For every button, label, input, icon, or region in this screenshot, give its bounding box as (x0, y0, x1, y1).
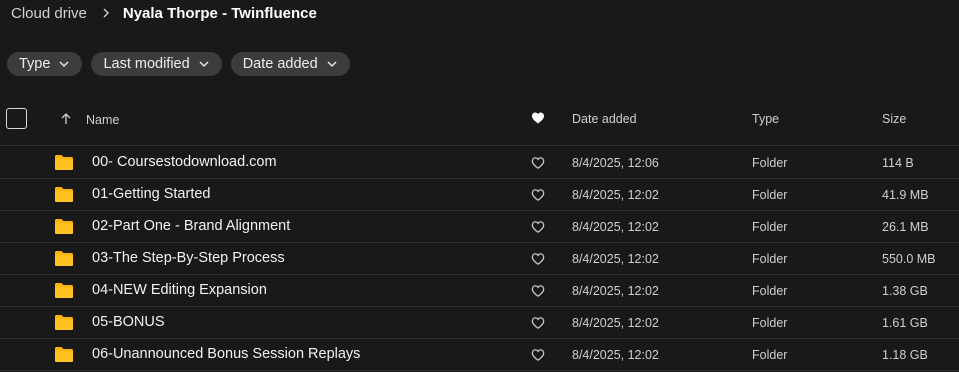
filter-label: Type (19, 56, 51, 72)
heart-icon[interactable] (531, 252, 545, 266)
table-header: Name Date added Type Size (0, 102, 959, 146)
heart-icon[interactable] (531, 156, 545, 170)
chevron-down-icon (198, 58, 210, 70)
row-date-added: 8/4/2025, 12:02 (572, 284, 659, 298)
table-row[interactable]: 00- Coursestodownload.com 8/4/2025, 12:0… (0, 147, 959, 179)
heart-icon[interactable] (531, 348, 545, 362)
row-type: Folder (752, 156, 788, 170)
row-size: 1.18 GB (882, 348, 928, 362)
breadcrumb: Cloud drive Nyala Thorpe - Twinfluence (11, 4, 317, 22)
row-type: Folder (752, 252, 788, 266)
column-header-date-added[interactable]: Date added (572, 112, 637, 126)
row-date-added: 8/4/2025, 12:02 (572, 220, 659, 234)
select-all-checkbox[interactable] (6, 108, 27, 129)
column-header-name[interactable]: Name (86, 113, 119, 127)
row-name[interactable]: 05-BONUS (92, 314, 165, 330)
row-date-added: 8/4/2025, 12:02 (572, 252, 659, 266)
table-row[interactable]: 01-Getting Started 8/4/2025, 12:02 Folde… (0, 179, 959, 211)
table-row[interactable]: 04-NEW Editing Expansion 8/4/2025, 12:02… (0, 275, 959, 307)
row-size: 1.61 GB (882, 316, 928, 330)
row-name[interactable]: 01-Getting Started (92, 186, 211, 202)
row-date-added: 8/4/2025, 12:06 (572, 156, 659, 170)
row-size: 1.38 GB (882, 284, 928, 298)
row-size: 41.9 MB (882, 188, 929, 202)
chevron-down-icon (58, 58, 70, 70)
row-name[interactable]: 03-The Step-By-Step Process (92, 250, 285, 266)
row-type: Folder (752, 220, 788, 234)
table-row[interactable]: 06-Unannounced Bonus Session Replays 8/4… (0, 339, 959, 371)
chevron-right-icon (97, 4, 115, 22)
file-list: 00- Coursestodownload.com 8/4/2025, 12:0… (0, 147, 959, 371)
heart-icon[interactable] (531, 188, 545, 202)
row-size: 550.0 MB (882, 252, 936, 266)
row-name[interactable]: 00- Coursestodownload.com (92, 154, 277, 170)
filter-bar: Type Last modified Date added (7, 52, 350, 76)
chevron-down-icon (326, 58, 338, 70)
filter-date-added-button[interactable]: Date added (230, 52, 350, 76)
row-type: Folder (752, 188, 788, 202)
row-type: Folder (752, 284, 788, 298)
row-type: Folder (752, 316, 788, 330)
row-size: 26.1 MB (882, 220, 929, 234)
breadcrumb-root-link[interactable]: Cloud drive (11, 5, 87, 22)
row-date-added: 8/4/2025, 12:02 (572, 188, 659, 202)
row-date-added: 8/4/2025, 12:02 (572, 316, 659, 330)
breadcrumb-current: Nyala Thorpe - Twinfluence (122, 4, 317, 22)
sort-ascending-icon[interactable] (59, 112, 73, 126)
row-type: Folder (752, 348, 788, 362)
filter-label: Date added (242, 56, 318, 72)
folder-icon (55, 187, 73, 202)
row-date-added: 8/4/2025, 12:02 (572, 348, 659, 362)
heart-icon[interactable] (531, 220, 545, 234)
row-name[interactable]: 06-Unannounced Bonus Session Replays (92, 346, 360, 362)
heart-icon[interactable] (531, 284, 545, 298)
folder-icon (55, 251, 73, 266)
cloud-drive-page: Cloud drive Nyala Thorpe - Twinfluence T… (0, 0, 959, 372)
row-name[interactable]: 02-Part One - Brand Alignment (92, 218, 290, 234)
heart-icon[interactable] (531, 111, 545, 125)
row-size: 114 B (882, 156, 914, 170)
table-row[interactable]: 02-Part One - Brand Alignment 8/4/2025, … (0, 211, 959, 243)
folder-icon (55, 347, 73, 362)
heart-icon[interactable] (531, 316, 545, 330)
table-row[interactable]: 05-BONUS 8/4/2025, 12:02 Folder 1.61 GB (0, 307, 959, 339)
table-row[interactable]: 03-The Step-By-Step Process 8/4/2025, 12… (0, 243, 959, 275)
folder-icon (55, 315, 73, 330)
filter-label: Last modified (103, 56, 190, 72)
folder-icon (55, 155, 73, 170)
folder-icon (55, 283, 73, 298)
folder-icon (55, 219, 73, 234)
column-header-size[interactable]: Size (882, 112, 906, 126)
row-name[interactable]: 04-NEW Editing Expansion (92, 282, 267, 298)
filter-last-modified-button[interactable]: Last modified (91, 52, 222, 76)
column-header-type[interactable]: Type (752, 112, 779, 126)
filter-type-button[interactable]: Type (7, 52, 83, 76)
